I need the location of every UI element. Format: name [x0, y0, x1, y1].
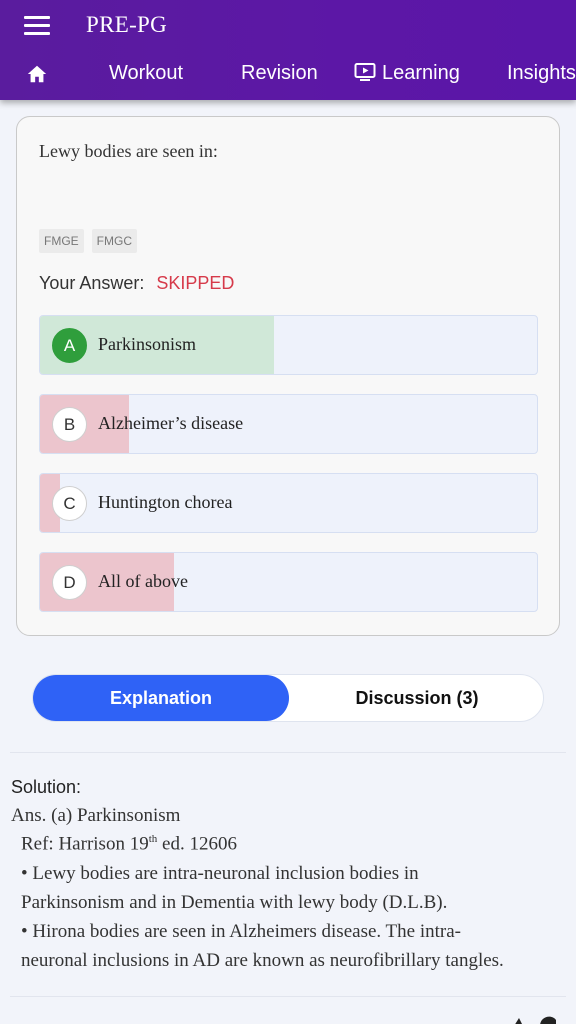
answer-status-badge: SKIPPED — [156, 273, 235, 293]
option-b[interactable]: B Alzheimer’s disease — [39, 394, 538, 454]
option-a[interactable]: A Parkinsonism — [39, 315, 538, 375]
option-c-letter: C — [52, 486, 87, 521]
top-nav: Workout Revision Learning Insights — [0, 54, 576, 94]
solution-answer: Ans. (a) Parkinsonism — [11, 805, 181, 826]
app-bar: PRE-PG Workout Revision Learning Insight… — [0, 0, 576, 100]
tab-insights[interactable]: Insights — [507, 62, 576, 85]
your-answer-label: Your Answer: — [39, 273, 145, 293]
option-b-letter: B — [52, 407, 87, 442]
ref-sup: th — [148, 833, 158, 845]
tab-workout[interactable]: Workout — [109, 62, 183, 85]
option-d-text: All of above — [98, 571, 188, 591]
solution-bullet-1-line-2: Parkinsonism and in Dementia with lewy b… — [21, 892, 448, 913]
option-c-text: Huntington chorea — [98, 492, 233, 512]
tab-discussion[interactable]: Discussion (3) — [289, 675, 545, 721]
solution-bullet-2-line-1: • Hirona bodies are seen in Alzheimers d… — [21, 921, 461, 942]
option-b-text: Alzheimer’s disease — [98, 413, 244, 433]
ref-suffix: ed. 12606 — [157, 833, 237, 855]
option-a-letter: A — [52, 328, 87, 363]
tv-play-icon — [354, 63, 376, 81]
divider — [10, 752, 566, 753]
tab-revision[interactable]: Revision — [241, 62, 318, 85]
tag-fmgc: FMGC — [91, 229, 137, 253]
option-d[interactable]: D All of above — [39, 552, 538, 612]
option-d-letter: D — [52, 565, 87, 600]
ref-prefix: Ref: Harrison 19 — [21, 833, 149, 855]
tag-list: FMGE FMGC — [39, 229, 145, 253]
feedback-icon[interactable] — [510, 1012, 560, 1024]
solution-reference: Ref: Harrison 19th ed. 12606 — [21, 833, 237, 855]
question-text: Lewy bodies are seen in: — [39, 141, 218, 161]
home-icon[interactable] — [26, 63, 48, 85]
divider-bottom — [10, 996, 566, 997]
app-title: PRE-PG — [86, 12, 168, 37]
your-answer: Your Answer: SKIPPED — [39, 273, 234, 294]
option-c[interactable]: C Huntington chorea — [39, 473, 538, 533]
explanation-discussion-toggle: Explanation Discussion (3) — [32, 674, 544, 722]
solution-heading: Solution: — [11, 777, 82, 797]
question-card: Lewy bodies are seen in: FMGE FMGC Your A… — [16, 116, 560, 636]
tab-learning[interactable]: Learning — [354, 62, 460, 85]
tag-fmge: FMGE — [39, 229, 84, 253]
tab-explanation[interactable]: Explanation — [33, 675, 289, 721]
menu-icon[interactable] — [24, 16, 50, 38]
tab-learning-label: Learning — [382, 62, 460, 84]
solution-bullet-2-line-2: neuronal inclusions in AD are known as n… — [21, 950, 504, 971]
option-a-text: Parkinsonism — [98, 334, 197, 354]
solution-bullet-1-line-1: • Lewy bodies are intra-neuronal inclusi… — [21, 863, 419, 884]
